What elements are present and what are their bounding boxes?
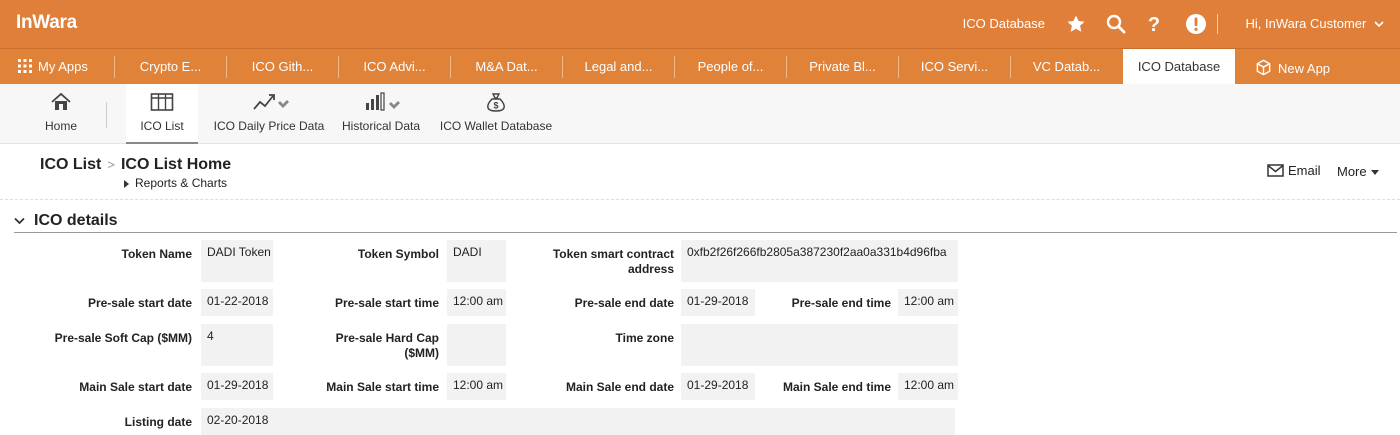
more-menu-button[interactable]: More [1337,164,1379,179]
search-icon[interactable] [1104,12,1128,36]
subnav-divider [106,102,107,128]
token-contract-field[interactable]: 0xfb2f26f266fb2805a387230f2aa0a331b4d96f… [681,240,958,282]
reports-charts-toggle[interactable]: Reports & Charts [124,176,227,190]
main-sale-end-date-label: Main Sale end date [565,380,674,394]
top-divider [1217,14,1218,34]
listing-date-field[interactable]: 02-20-2018 [201,408,955,435]
main-sale-end-date-field[interactable]: 01-29-2018 [681,373,755,400]
presale-start-date-field[interactable]: 01-22-2018 [201,289,273,316]
header-divider [0,199,1400,200]
listing-date-label: Listing date [124,415,192,429]
tab-label: My Apps [38,59,88,74]
subnav-historical[interactable]: Historical Data [336,84,426,144]
presale-end-date-label: Pre-sale end date [574,296,674,310]
presale-start-time-label: Pre-sale start time [334,296,439,310]
more-label: More [1337,164,1367,179]
subnav-home-label: Home [44,119,77,133]
ico-details-section-toggle[interactable]: ICO details [14,212,118,230]
time-zone-field[interactable] [681,324,958,366]
token-name-label: Token Name [121,247,192,261]
reports-label: Reports & Charts [135,176,228,190]
presale-hard-cap-field[interactable] [447,324,506,366]
top-database-link[interactable]: ICO Database [963,16,1045,31]
tab-people[interactable]: People of... [675,49,786,84]
chevron-down-icon [1374,21,1384,28]
breadcrumb: ICO List > ICO List Home [40,156,231,174]
breadcrumb-separator: > [107,157,115,172]
subnav-historical-label: Historical Data [341,119,421,133]
subnav-ico-list[interactable]: ICO List [126,84,198,144]
chevron-down-icon [14,217,25,225]
section-title: ICO details [34,212,118,229]
tab-ico-github[interactable]: ICO Gith... [227,49,338,84]
tab-vc-database[interactable]: VC Datab... [1011,49,1122,84]
main-sale-end-time-label: Main Sale end time [782,380,891,394]
token-symbol-field[interactable]: DADI [447,240,506,282]
new-app-button[interactable]: New App [1245,49,1355,84]
star-icon[interactable] [1064,12,1088,36]
top-bar: InWara ICO Database ? Hi, InWara Custome… [0,0,1400,48]
tab-ma-database[interactable]: M&A Dat... [451,49,562,84]
presale-end-time-label: Pre-sale end time [791,296,891,310]
tab-crypto-exchanges[interactable]: Crypto E... [115,49,226,84]
tab-my-apps[interactable]: My Apps [0,49,114,84]
trend-chart-icon [253,94,289,110]
email-button[interactable]: Email [1267,163,1321,178]
main-sale-start-time-field[interactable]: 12:00 am [447,373,506,400]
tab-ico-advisors[interactable]: ICO Advi... [339,49,450,84]
help-icon[interactable]: ? [1142,12,1166,36]
tab-ico-services[interactable]: ICO Servi... [899,49,1010,84]
svg-text:$: $ [493,101,498,111]
presale-end-date-field[interactable]: 01-29-2018 [681,289,755,316]
presale-start-date-label: Pre-sale start date [87,296,192,310]
subnav-home[interactable]: Home [30,84,92,144]
user-greeting: Hi, InWara Customer [1245,16,1367,31]
subnav-wallet[interactable]: $ ICO Wallet Database [434,84,558,144]
page-title: ICO List Home [120,156,232,173]
main-sale-start-time-label: Main Sale start time [326,380,439,394]
token-contract-label: Token smart contract address [552,247,674,276]
breadcrumb-root[interactable]: ICO List [40,156,101,173]
app-tabs: My Apps Crypto E... ICO Gith... ICO Advi… [0,48,1400,85]
subnav-daily-price[interactable]: ICO Daily Price Data [208,84,330,144]
money-bag-icon: $ [487,93,505,112]
tab-legal[interactable]: Legal and... [563,49,674,84]
svg-text:?: ? [1148,14,1160,36]
user-menu[interactable]: Hi, InWara Customer [1245,16,1384,31]
caret-down-icon [1370,170,1379,176]
list-columns-icon [150,93,174,111]
presale-soft-cap-field[interactable]: 4 [201,324,273,366]
grid-icon [18,59,32,73]
subnav-ico-list-label: ICO List [140,119,184,133]
main-sale-start-date-label: Main Sale start date [79,380,192,394]
token-symbol-label: Token Symbol [357,247,439,261]
presale-soft-cap-label: Pre-sale Soft Cap ($MM) [54,331,192,345]
bar-chart-icon [366,92,400,111]
tab-private-blockchain[interactable]: Private Bl... [787,49,898,84]
sub-navigation: Home ICO List ICO Daily Price Data Histo… [0,84,1400,144]
main-sale-start-date-field[interactable]: 01-29-2018 [201,373,273,400]
home-icon [51,92,71,110]
envelope-icon [1267,164,1284,177]
new-app-label: New App [1278,61,1331,76]
main-sale-end-time-field[interactable]: 12:00 am [898,373,958,400]
presale-hard-cap-label: Pre-sale Hard Cap ($MM) [335,331,439,360]
alert-icon[interactable] [1184,12,1208,36]
email-label: Email [1288,163,1321,178]
presale-start-time-field[interactable]: 12:00 am [447,289,506,316]
time-zone-label: Time zone [615,331,674,345]
tab-ico-database[interactable]: ICO Database [1123,49,1235,85]
section-divider [14,232,1397,233]
cube-icon [1256,59,1271,76]
subnav-daily-price-label: ICO Daily Price Data [213,119,325,133]
caret-right-icon [124,179,129,188]
token-name-field[interactable]: DADI Token [201,240,273,282]
presale-end-time-field[interactable]: 12:00 am [898,289,958,316]
subnav-wallet-label: ICO Wallet Database [439,119,553,133]
app-logo[interactable]: InWara [16,12,77,34]
